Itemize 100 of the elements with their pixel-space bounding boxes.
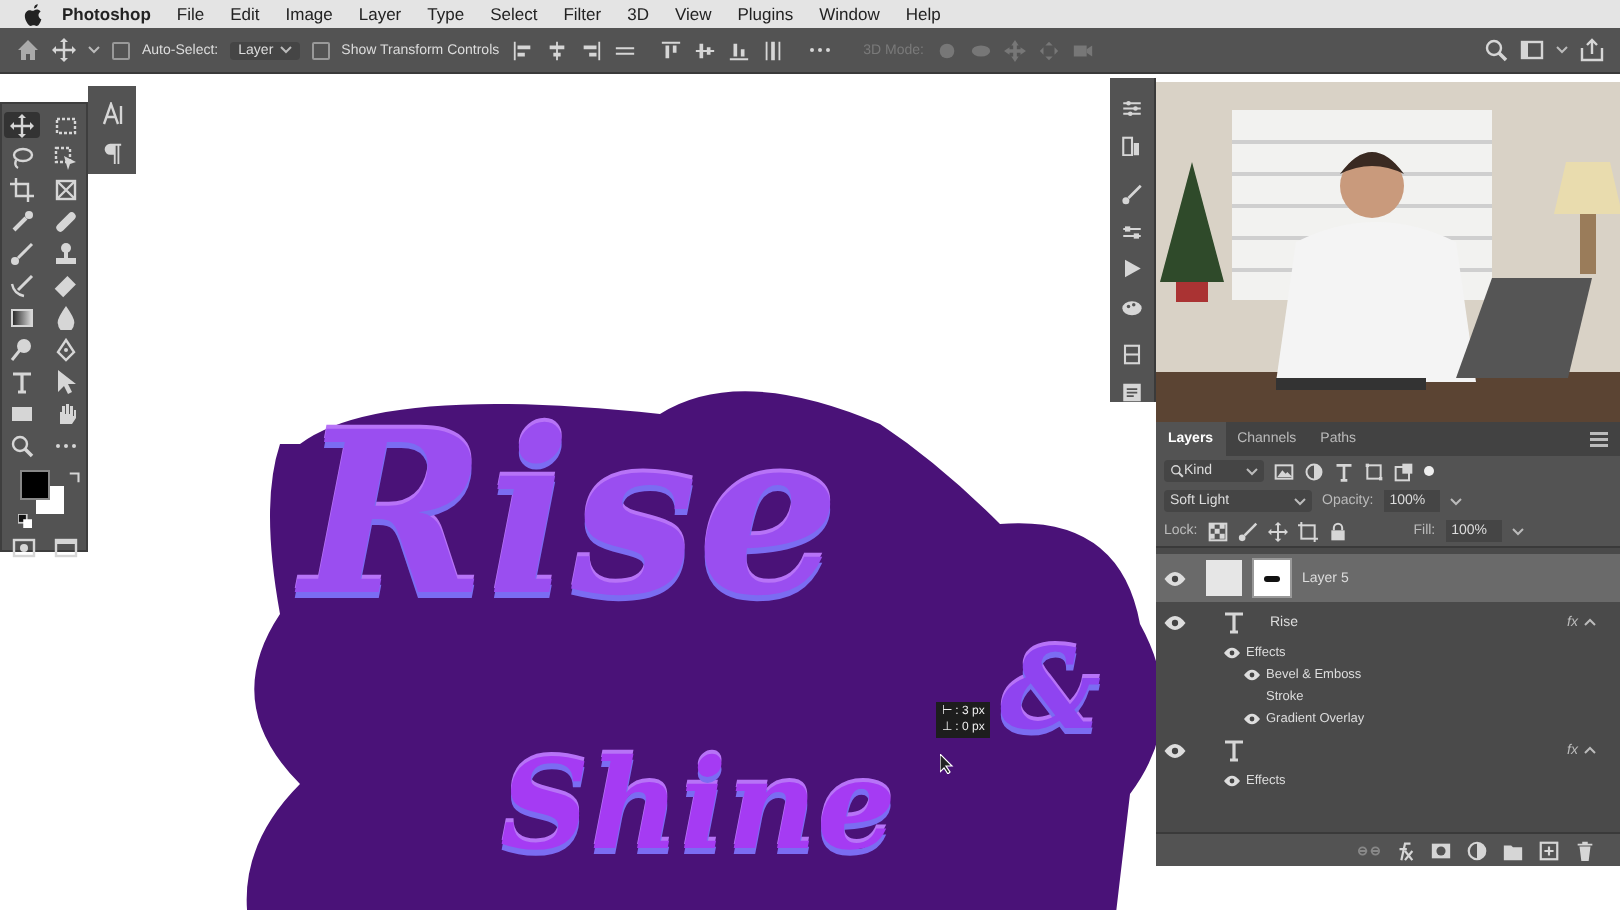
artboard-icon[interactable]	[1297, 521, 1318, 541]
color-swatches-icon[interactable]	[18, 470, 66, 514]
share-icon[interactable]	[1580, 38, 1604, 62]
menu-item[interactable]: Type	[427, 4, 465, 24]
workspace-icon[interactable]	[1520, 38, 1544, 62]
lasso-icon	[10, 145, 34, 169]
eyedropper-icon	[10, 209, 34, 233]
align-top-icon[interactable]	[659, 39, 682, 61]
menu-item[interactable]: Edit	[230, 4, 260, 24]
visibility-eye-icon[interactable]	[1164, 615, 1186, 629]
menu-item[interactable]: Photoshop	[62, 4, 151, 24]
menu-item[interactable]: 3D	[627, 4, 649, 24]
image-filter-icon[interactable]	[1274, 461, 1294, 481]
caret-icon[interactable]	[1584, 618, 1596, 626]
lettering-text: &	[1000, 634, 1102, 746]
caret-icon[interactable]	[1449, 497, 1462, 505]
swap-icon[interactable]	[68, 470, 82, 484]
checkbox[interactable]	[311, 41, 330, 59]
brush-icon	[10, 241, 34, 265]
caret-icon[interactable]	[88, 46, 100, 54]
menu-item[interactable]: Help	[905, 4, 941, 24]
notes-icon[interactable]	[1120, 381, 1144, 402]
shape-filter-icon[interactable]	[1364, 461, 1384, 481]
quick-mask-icon[interactable]	[11, 538, 35, 558]
zoom-icon	[10, 433, 34, 457]
caret-icon[interactable]	[279, 46, 292, 54]
visibility-eye-icon[interactable]	[1244, 712, 1260, 726]
default-colors-icon[interactable]	[18, 514, 32, 528]
home-icon[interactable]	[16, 38, 40, 62]
brush-icon[interactable]	[1237, 521, 1258, 541]
caret-icon[interactable]	[1584, 746, 1596, 754]
play-icon[interactable]	[1120, 258, 1144, 279]
lock-pixels-icon[interactable]	[1207, 521, 1228, 541]
stamp-icon	[54, 241, 78, 265]
caret-icon[interactable]	[1556, 46, 1568, 54]
menu-item[interactable]: Filter	[563, 4, 602, 24]
visibility-eye-icon[interactable]	[1224, 774, 1240, 788]
lock-icon[interactable]	[1327, 521, 1348, 541]
sliders-icon[interactable]	[1120, 221, 1144, 242]
trash-icon[interactable]	[1574, 839, 1596, 861]
type-filter-icon[interactable]	[1334, 461, 1354, 481]
align-left-icon[interactable]	[511, 39, 534, 61]
marquee-icon	[54, 113, 78, 137]
tool-button[interactable]	[4, 176, 40, 202]
book-icon[interactable]	[1120, 344, 1144, 365]
frame-icon	[54, 177, 78, 201]
palette-icon[interactable]	[1120, 295, 1144, 316]
caret-icon[interactable]	[1511, 527, 1524, 535]
adjustment-filter-icon[interactable]	[1304, 461, 1324, 481]
layer-mask-thumbnail	[1254, 560, 1290, 596]
move-icon[interactable]	[52, 38, 76, 62]
distribute-icon[interactable]	[761, 39, 784, 61]
menu-item[interactable]: Select	[490, 4, 538, 24]
visibility-eye-icon[interactable]	[1164, 571, 1186, 585]
arrow-pointer-icon	[54, 369, 78, 393]
align-right-icon[interactable]	[579, 39, 602, 61]
apple-logo-icon[interactable]	[24, 3, 44, 25]
align-middle-icon[interactable]	[693, 39, 716, 61]
menu-item[interactable]: Layer	[358, 4, 402, 24]
checkbox[interactable]	[112, 41, 130, 59]
adjustment-icon[interactable]	[1466, 839, 1488, 861]
visibility-eye-icon[interactable]	[1224, 646, 1240, 660]
menu-item[interactable]: File	[176, 4, 205, 24]
filter-toggle[interactable]	[1424, 466, 1434, 476]
type-layer-icon	[1222, 738, 1246, 762]
paragraph-icon[interactable]	[102, 142, 122, 164]
visibility-eye-icon[interactable]	[1244, 668, 1260, 682]
dodge-icon	[10, 337, 34, 361]
type-icon	[10, 369, 34, 393]
smart-object-filter-icon[interactable]	[1394, 461, 1414, 481]
drop-icon	[54, 305, 78, 329]
move-icon	[10, 113, 34, 137]
menu-item[interactable]: Plugins	[737, 4, 794, 24]
align-center-icon[interactable]	[545, 39, 568, 61]
align-bottom-icon[interactable]	[727, 39, 750, 61]
menu-item[interactable]: Window	[819, 4, 880, 24]
screen-mode-icon[interactable]	[53, 538, 77, 558]
mask-icon[interactable]	[1430, 839, 1452, 861]
new-layer-icon[interactable]	[1538, 839, 1560, 861]
character-icon[interactable]	[100, 102, 124, 126]
layer-thumbnail	[1206, 560, 1242, 596]
brush-icon[interactable]	[1120, 184, 1144, 205]
crop-icon	[10, 177, 34, 201]
adjustments-icon[interactable]	[1120, 98, 1144, 119]
move-icon[interactable]	[1267, 521, 1288, 541]
selection-icon	[54, 145, 78, 169]
tool-button[interactable]	[4, 112, 40, 138]
visibility-eye-icon[interactable]	[1164, 743, 1186, 757]
type-layer-icon	[1222, 610, 1246, 634]
lettering-text: Shine	[500, 744, 896, 868]
fx-icon[interactable]	[1394, 839, 1416, 861]
menu-item[interactable]: Image	[285, 4, 333, 24]
caret-icon[interactable]	[1294, 497, 1306, 505]
menu-item[interactable]: View	[674, 4, 712, 24]
brush-icon	[10, 273, 34, 297]
panel-menu-icon[interactable]	[1590, 431, 1608, 447]
caret-icon[interactable]	[1246, 467, 1258, 475]
lettering-text: Rise	[300, 404, 840, 628]
search-icon[interactable]	[1484, 38, 1508, 62]
hand-icon	[54, 401, 78, 425]
